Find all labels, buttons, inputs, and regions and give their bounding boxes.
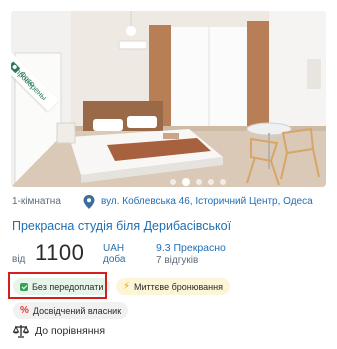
price-per: доба	[103, 254, 126, 265]
reviews-count[interactable]: 7 відгуків	[156, 255, 198, 266]
price-currency: UAH	[103, 243, 125, 254]
room-type: 1-кімнатна	[12, 196, 61, 207]
map-pin-icon	[83, 195, 95, 209]
compare-label[interactable]: До порівняння	[35, 325, 105, 337]
badge-label: Досвідчений власник	[32, 305, 122, 316]
highlight-box	[8, 272, 107, 299]
price-from: від	[12, 254, 26, 265]
listing-photo[interactable]: Фото проверены	[11, 11, 326, 187]
carousel-dot[interactable]	[170, 179, 176, 185]
badge-instant-booking: ⚡ Миттєве бронювання	[116, 278, 230, 295]
lightning-icon: ⚡	[123, 280, 131, 292]
carousel-dot[interactable]	[208, 179, 214, 185]
percent-icon: %	[20, 304, 29, 316]
badge-experienced-owner: % Досвідчений власник	[13, 302, 129, 319]
carousel-dot-active[interactable]	[182, 178, 190, 186]
scales-icon	[13, 325, 29, 338]
price-amount: 1100	[35, 240, 85, 265]
carousel-dot[interactable]	[220, 179, 226, 185]
address-link[interactable]: вул. Коблевська 46, Історичний Центр, Од…	[101, 196, 313, 207]
listing-title[interactable]: Прекрасна студія біля Дерибасівської	[12, 219, 231, 233]
rating-score[interactable]: 9.3 Прекрасно	[156, 242, 226, 254]
badge-label: Миттєве бронювання	[134, 281, 223, 292]
add-to-compare-button[interactable]: До порівняння	[13, 324, 105, 338]
photo-carousel-dots	[170, 178, 226, 186]
carousel-dot[interactable]	[196, 179, 202, 185]
